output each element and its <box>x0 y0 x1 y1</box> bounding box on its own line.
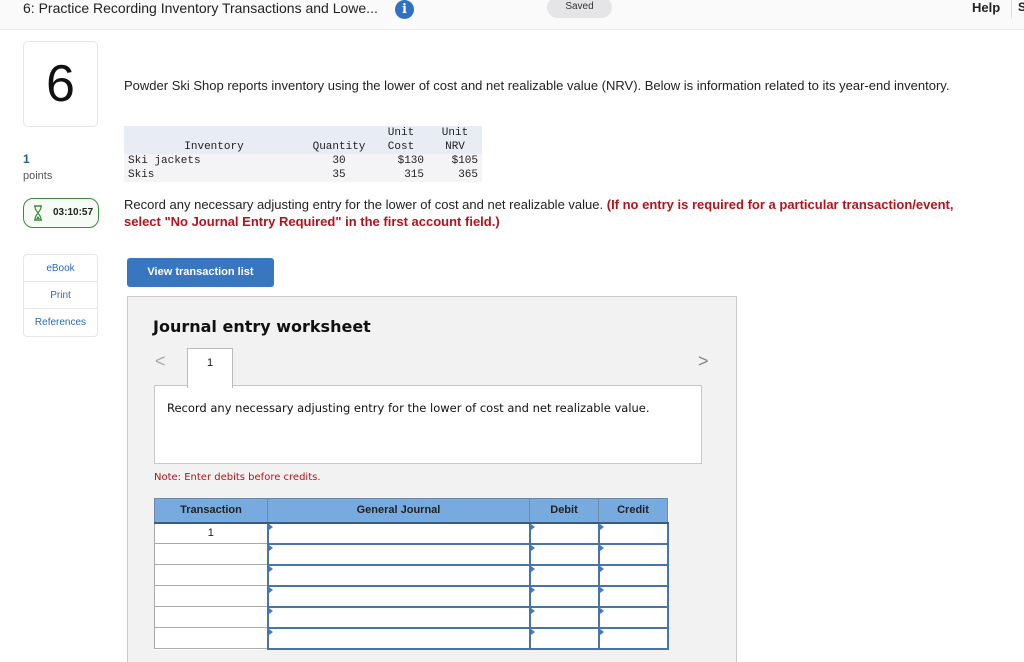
unit-cost-header-top: Unit <box>374 126 428 140</box>
table-row: Skis 35 315 365 <box>124 168 482 182</box>
question-intro: Powder Ski Shop reports inventory using … <box>124 78 950 93</box>
account-select[interactable] <box>266 564 531 587</box>
journal-row <box>154 627 669 650</box>
table-row: Ski jackets 30 $130 $105 <box>124 154 482 168</box>
print-link[interactable]: Print <box>24 282 97 309</box>
info-icon[interactable]: i <box>395 0 414 19</box>
debit-input[interactable] <box>528 606 600 629</box>
account-select[interactable] <box>266 543 531 566</box>
quantity-header: Quantity <box>304 140 374 154</box>
item-quantity: 30 <box>304 154 374 168</box>
transaction-cell <box>154 585 268 607</box>
journal-row <box>154 585 669 608</box>
chevron-right-icon[interactable]: > <box>698 351 709 372</box>
journal-table-header: Transaction General Journal Debit Credit <box>154 498 668 524</box>
general-journal-column-header: General Journal <box>267 498 530 524</box>
question-number: 6 <box>23 41 98 127</box>
journal-table: Transaction General Journal Debit Credit… <box>154 498 669 650</box>
debit-column-header: Debit <box>529 498 599 524</box>
account-select[interactable] <box>266 522 531 545</box>
references-link[interactable]: References <box>24 309 97 336</box>
credit-input[interactable] <box>597 585 669 608</box>
debit-input[interactable] <box>528 522 600 545</box>
item-unit-nrv: $105 <box>428 154 482 168</box>
instruction-text: Record any necessary adjusting entry for… <box>124 196 954 230</box>
unit-nrv-header-top: Unit <box>428 126 482 140</box>
worksheet-tab-1[interactable]: 1 <box>187 348 233 388</box>
hourglass-icon <box>34 205 42 221</box>
inventory-table-header-top: Unit Unit <box>124 126 482 140</box>
top-bar: 6: Practice Recording Inventory Transact… <box>0 0 1024 30</box>
worksheet-note: Note: Enter debits before credits. <box>154 472 321 483</box>
unit-cost-header: Cost <box>374 140 428 154</box>
journal-row: 1 <box>154 522 669 545</box>
inventory-table-header: Inventory Quantity Cost NRV <box>124 140 482 154</box>
header-divider <box>1011 0 1012 18</box>
credit-input[interactable] <box>597 564 669 587</box>
worksheet-title: Journal entry worksheet <box>153 317 371 336</box>
resource-links: eBook Print References <box>23 254 98 337</box>
transaction-cell <box>154 606 268 628</box>
timer-badge: 03:10:57 <box>23 198 99 228</box>
transaction-column-header: Transaction <box>154 498 268 524</box>
credit-input[interactable] <box>597 627 669 650</box>
journal-row <box>154 606 669 629</box>
inventory-table: Unit Unit Inventory Quantity Cost NRV Sk… <box>124 126 482 182</box>
saved-status-badge: Saved <box>547 0 612 18</box>
points-label: points <box>23 170 53 182</box>
worksheet-description: Record any necessary adjusting entry for… <box>154 385 702 464</box>
transaction-cell <box>154 564 268 586</box>
credit-input[interactable] <box>597 606 669 629</box>
transaction-cell <box>154 627 268 649</box>
item-name: Skis <box>124 168 304 182</box>
header-next-link[interactable]: S <box>1018 0 1024 15</box>
points-value: 1 <box>23 152 30 166</box>
unit-nrv-header: NRV <box>428 140 482 154</box>
assignment-title: 6: Practice Recording Inventory Transact… <box>23 0 378 16</box>
item-unit-cost: $130 <box>374 154 428 168</box>
instruction-main: Record any necessary adjusting entry for… <box>124 197 604 212</box>
debit-input[interactable] <box>528 627 600 650</box>
item-name: Ski jackets <box>124 154 304 168</box>
transaction-cell <box>154 543 268 565</box>
help-link[interactable]: Help <box>972 0 1000 15</box>
item-unit-cost: 315 <box>374 168 428 182</box>
item-unit-nrv: 365 <box>428 168 482 182</box>
journal-entry-worksheet: Journal entry worksheet < 1 > Record any… <box>127 296 737 662</box>
inventory-header: Inventory <box>124 140 304 154</box>
debit-input[interactable] <box>528 585 600 608</box>
debit-input[interactable] <box>528 564 600 587</box>
account-select[interactable] <box>266 627 531 650</box>
ebook-link[interactable]: eBook <box>24 255 97 282</box>
credit-input[interactable] <box>597 522 669 545</box>
debit-input[interactable] <box>528 543 600 566</box>
transaction-cell: 1 <box>154 522 268 544</box>
chevron-left-icon[interactable]: < <box>155 351 166 372</box>
view-transaction-list-button[interactable]: View transaction list <box>127 258 274 287</box>
credit-input[interactable] <box>597 543 669 566</box>
credit-column-header: Credit <box>598 498 668 524</box>
account-select[interactable] <box>266 606 531 629</box>
journal-row <box>154 543 669 566</box>
timer-value: 03:10:57 <box>53 207 94 218</box>
account-select[interactable] <box>266 585 531 608</box>
item-quantity: 35 <box>304 168 374 182</box>
journal-row <box>154 564 669 587</box>
